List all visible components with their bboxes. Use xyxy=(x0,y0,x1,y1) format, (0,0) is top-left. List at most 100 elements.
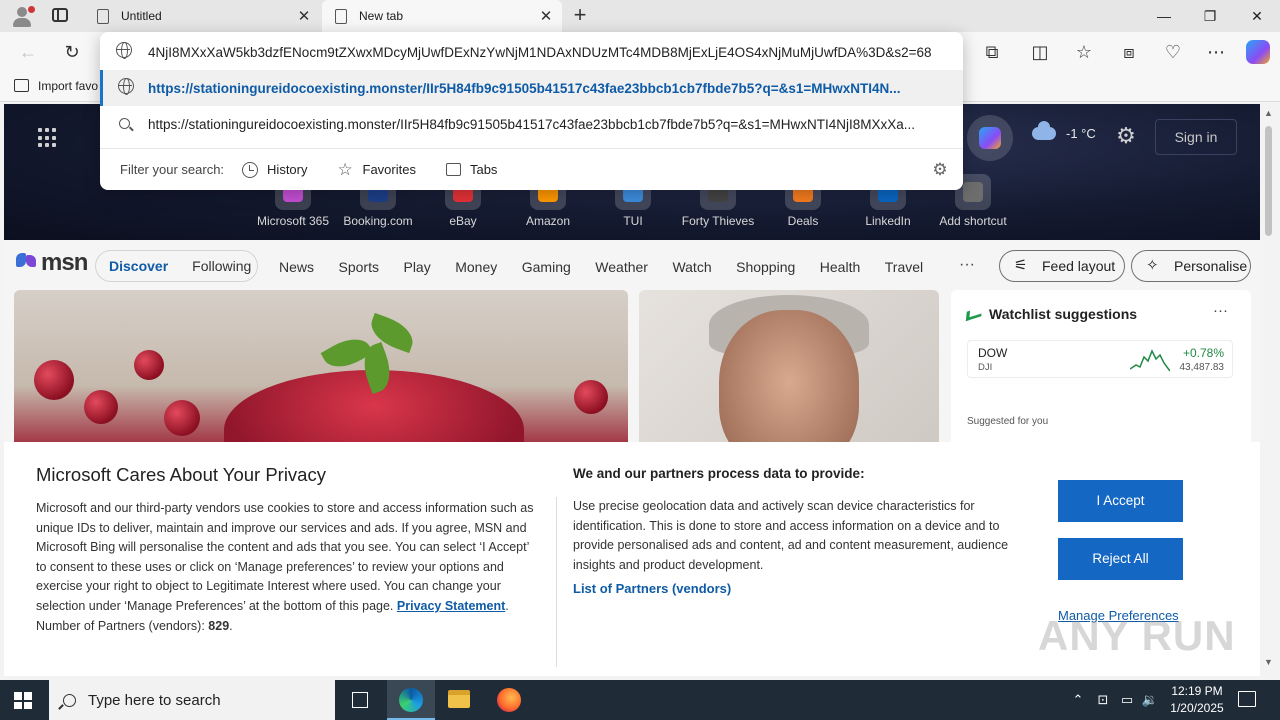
app-launcher-icon[interactable] xyxy=(38,128,58,148)
weather-widget[interactable]: -1 °C xyxy=(1032,121,1096,141)
copilot-icon[interactable] xyxy=(967,115,1013,161)
page-scrollbar[interactable]: ▲ ▼ xyxy=(1260,104,1280,676)
sign-in-button[interactable]: Sign in xyxy=(1155,119,1237,155)
watchlist-title-text: Watchlist suggestions xyxy=(989,306,1138,322)
privacy-title: Microsoft Cares About Your Privacy xyxy=(36,464,326,485)
tab-following[interactable]: Following xyxy=(192,258,251,274)
notifications-icon[interactable] xyxy=(1238,691,1256,707)
news-card-image[interactable] xyxy=(14,290,628,450)
tab-new-tab[interactable]: New tab ✕ xyxy=(322,0,562,32)
suggestion-row[interactable]: 4NjI8MXxXaW5kb3dzfENocm9tZXwxMDcyMjUwfDE… xyxy=(100,34,963,70)
watermark: ANY RUN xyxy=(1038,612,1236,659)
windows-taskbar: Type here to search ⌃ ⊡ ▭ 🔉 12:19 PM 1/2… xyxy=(0,680,1280,720)
scroll-down-icon[interactable]: ▼ xyxy=(1264,657,1273,667)
gear-icon[interactable]: ⚙ xyxy=(931,161,949,179)
sparkle-icon: ✧ xyxy=(1146,257,1159,274)
volume-icon[interactable]: 🔉 xyxy=(1140,680,1160,720)
filter-history-label: History xyxy=(267,162,308,177)
windows-start-icon[interactable] xyxy=(14,692,32,709)
partners-list-link[interactable]: List of Partners (vendors) xyxy=(573,581,731,596)
address-suggestions: 4NjI8MXxXaW5kb3dzfENocm9tZXwxMDcyMjUwfDE… xyxy=(100,32,963,190)
display-icon[interactable]: ▭ xyxy=(1117,680,1137,720)
personalise-button[interactable]: ✧ Personalise xyxy=(1131,250,1251,282)
explorer-taskbar-button[interactable] xyxy=(435,680,483,720)
reject-all-button[interactable]: Reject All xyxy=(1058,538,1183,580)
nav-item-sports[interactable]: Sports xyxy=(339,259,379,275)
shortcut-label: TUI xyxy=(623,214,643,228)
search-icon xyxy=(63,693,76,707)
profile-icon[interactable] xyxy=(8,4,36,28)
personalise-label: Personalise xyxy=(1174,258,1248,274)
new-tab-button[interactable]: + xyxy=(570,4,590,26)
nav-item-health[interactable]: Health xyxy=(820,259,860,275)
tab-untitled[interactable]: Untitled ✕ xyxy=(84,0,320,32)
trend-icon xyxy=(965,306,983,322)
search-filter-bar: Filter your search: History ☆ Favorites T… xyxy=(100,148,963,190)
nav-item-gaming[interactable]: Gaming xyxy=(522,259,571,275)
filter-favorites[interactable]: ☆ Favorites xyxy=(337,159,416,179)
partners-label: Number of Partners (vendors): xyxy=(36,618,205,633)
nav-item-watch[interactable]: Watch xyxy=(672,259,711,275)
nav-item-shopping[interactable]: Shopping xyxy=(736,259,795,275)
privacy-statement-link[interactable]: Privacy Statement xyxy=(397,599,505,613)
close-window-button[interactable]: ✕ xyxy=(1234,0,1280,32)
filter-label: Filter your search: xyxy=(120,162,225,177)
split-screen-icon[interactable]: ◫ xyxy=(1028,40,1052,64)
nav-item-money[interactable]: Money xyxy=(455,259,497,275)
nav-item-play[interactable]: Play xyxy=(403,259,430,275)
suggestion-text: https://stationingureidocoexisting.monst… xyxy=(148,80,901,96)
minimize-button[interactable]: — xyxy=(1141,0,1187,32)
task-view-icon[interactable] xyxy=(352,692,368,708)
scroll-thumb[interactable] xyxy=(1265,126,1272,236)
accept-button[interactable]: I Accept xyxy=(1058,480,1183,522)
nav-item-news[interactable]: News xyxy=(279,259,314,275)
clock-date: 1/20/2025 xyxy=(1170,701,1224,715)
filter-tabs[interactable]: Tabs xyxy=(445,162,497,177)
network-status-icon[interactable]: ⊡ xyxy=(1094,680,1112,720)
filter-history[interactable]: History xyxy=(242,161,308,178)
msn-wordmark: msn xyxy=(41,249,88,276)
more-icon[interactable]: ··· xyxy=(959,256,975,274)
news-card-image[interactable] xyxy=(639,290,939,450)
clock[interactable]: 12:19 PM 1/20/2025 xyxy=(1160,683,1234,717)
more-icon[interactable]: ··· xyxy=(1213,302,1228,319)
suggestion-row[interactable]: https://stationingureidocoexisting.monst… xyxy=(100,106,963,142)
star-icon: ☆ xyxy=(337,159,353,179)
import-favorites-link[interactable]: Import favo xyxy=(38,79,98,93)
nav-item-travel[interactable]: Travel xyxy=(885,259,923,275)
tab-actions-icon[interactable] xyxy=(52,8,68,22)
suggested-label: Suggested for you xyxy=(967,416,1049,427)
close-tab-icon[interactable]: ✕ xyxy=(294,7,314,25)
cloud-icon xyxy=(1032,121,1056,140)
close-tab-icon[interactable]: ✕ xyxy=(536,7,556,25)
filter-favorites-label: Favorites xyxy=(362,162,416,177)
browser-essentials-icon[interactable]: ♡ xyxy=(1161,40,1185,64)
partners-count: 829 xyxy=(208,618,230,633)
settings-more-icon[interactable]: ⋯ xyxy=(1204,40,1228,64)
collections-icon[interactable]: ⧈ xyxy=(1117,40,1141,64)
search-placeholder: Type here to search xyxy=(88,691,221,709)
suggestion-text: https://stationingureidocoexisting.monst… xyxy=(148,116,915,132)
stock-row[interactable]: DOW DJI +0.78% 43,487.83 xyxy=(967,340,1233,378)
shortcut-label: Amazon xyxy=(525,214,571,228)
suggestion-row-selected[interactable]: https://stationingureidocoexisting.monst… xyxy=(100,70,963,106)
refresh-button[interactable]: ↻ xyxy=(60,40,84,64)
privacy-body: Microsoft and our third-party vendors us… xyxy=(36,501,534,633)
tab-discover[interactable]: Discover xyxy=(109,258,168,274)
taskbar-search[interactable]: Type here to search xyxy=(49,680,335,720)
firefox-taskbar-button[interactable] xyxy=(484,680,532,720)
edge-taskbar-button[interactable] xyxy=(387,680,435,720)
gear-icon[interactable]: ⚙ xyxy=(1114,124,1138,148)
copilot-icon[interactable] xyxy=(1246,40,1270,64)
globe-icon xyxy=(116,42,132,59)
nav-item-weather[interactable]: Weather xyxy=(595,259,648,275)
scroll-up-icon[interactable]: ▲ xyxy=(1264,108,1273,118)
back-button[interactable]: ← xyxy=(16,40,40,64)
extensions-icon[interactable]: ⧉ xyxy=(980,40,1004,64)
msn-logo[interactable]: msn xyxy=(16,249,88,277)
maximize-button[interactable]: ❐ xyxy=(1187,0,1233,32)
favorites-icon[interactable]: ☆ xyxy=(1072,40,1096,64)
folder-icon xyxy=(448,690,470,708)
chevron-up-icon[interactable]: ⌃ xyxy=(1068,680,1088,720)
feed-layout-button[interactable]: ⚟ Feed layout xyxy=(999,250,1125,282)
